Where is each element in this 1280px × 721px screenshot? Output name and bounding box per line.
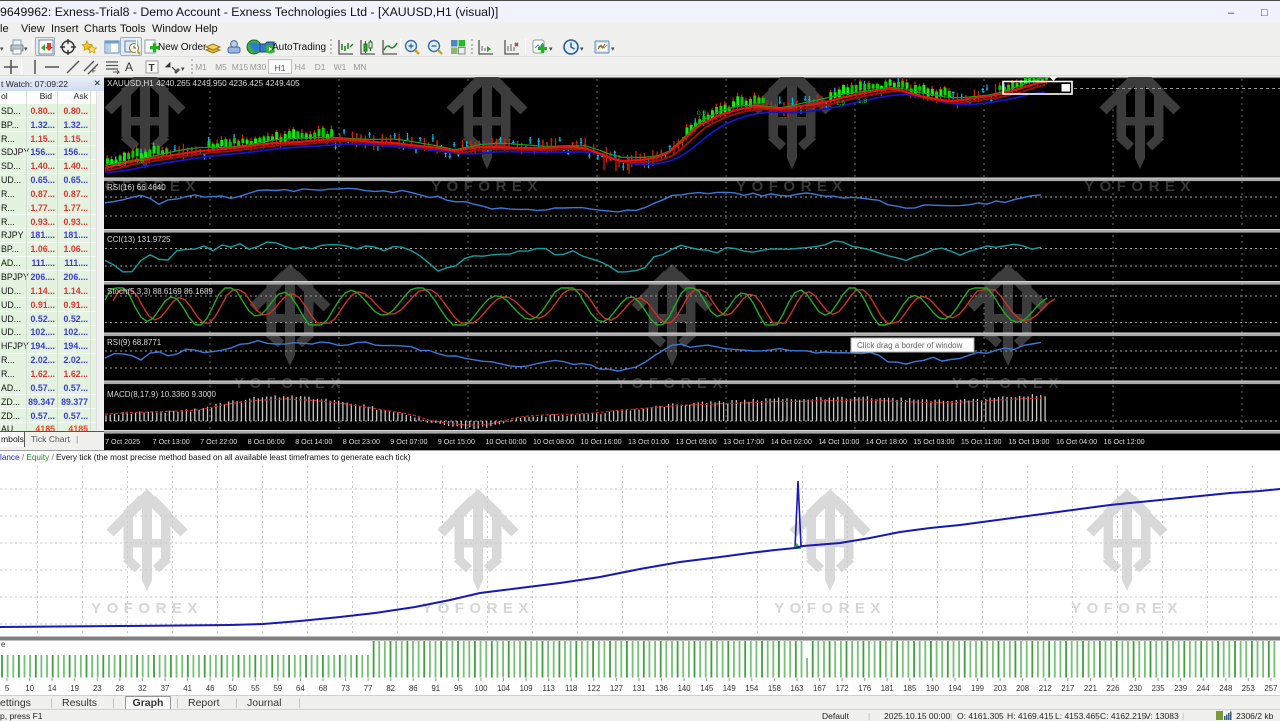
svg-text:77: 77: [364, 684, 373, 693]
svg-text:113: 113: [542, 684, 554, 693]
svg-text:8 Oct 23:00: 8 Oct 23:00: [343, 437, 380, 446]
svg-text:55: 55: [251, 684, 260, 693]
svg-text:14 Oct 18:00: 14 Oct 18:00: [866, 437, 907, 446]
svg-text:MACD(8,17,9) 10.3360 9.3000: MACD(8,17,9) 10.3360 9.3000: [107, 390, 217, 399]
svg-text:127: 127: [610, 684, 623, 693]
svg-text:86: 86: [409, 684, 418, 693]
svg-text:50: 50: [228, 684, 237, 693]
svg-text:91: 91: [431, 684, 440, 693]
svg-text:10 Oct 00:00: 10 Oct 00:00: [485, 437, 526, 446]
svg-text:7 Oct 2025: 7 Oct 2025: [105, 437, 140, 446]
svg-text:0.6: 0.6: [135, 158, 144, 165]
svg-text:14 Oct 02:00: 14 Oct 02:00: [771, 437, 812, 446]
svg-text:T: T: [149, 63, 155, 74]
svg-text:e: e: [1, 640, 6, 649]
svg-text:82: 82: [386, 684, 395, 693]
svg-text:176: 176: [858, 684, 871, 693]
svg-text:23: 23: [93, 684, 102, 693]
svg-text:158: 158: [768, 684, 781, 693]
svg-text:104: 104: [497, 684, 511, 693]
svg-text:257: 257: [1264, 684, 1277, 693]
svg-text:13 Oct 09:00: 13 Oct 09:00: [676, 437, 717, 446]
svg-text:235: 235: [1152, 684, 1166, 693]
svg-text:244: 244: [1197, 684, 1211, 693]
svg-text:163: 163: [790, 684, 803, 693]
svg-text:8 Oct 14:00: 8 Oct 14:00: [295, 437, 332, 446]
svg-text:10 Oct 16:00: 10 Oct 16:00: [581, 437, 622, 446]
svg-text:253: 253: [1242, 684, 1255, 693]
svg-text:15 Oct 19:00: 15 Oct 19:00: [1008, 437, 1049, 446]
svg-text:Stoch(5,3,3) 88.6169 86.1689: Stoch(5,3,3) 88.6169 86.1689: [107, 287, 213, 296]
svg-text:Click drag a border of window: Click drag a border of window: [857, 341, 963, 350]
svg-text:199: 199: [971, 684, 984, 693]
svg-text:154: 154: [745, 684, 759, 693]
svg-text:1.9: 1.9: [836, 100, 845, 107]
svg-text:14: 14: [48, 684, 57, 693]
svg-text:194: 194: [948, 684, 962, 693]
svg-text:0.9: 0.9: [697, 110, 706, 117]
svg-text:118: 118: [565, 684, 577, 693]
svg-text:7 Oct 13:00: 7 Oct 13:00: [153, 437, 190, 446]
svg-text:100: 100: [474, 684, 488, 693]
svg-text:19: 19: [70, 684, 79, 693]
svg-text:XAUUSD,H1 4240.265 4249.950 4: XAUUSD,H1 4240.265 4249.950 4236.425 424…: [107, 79, 300, 88]
svg-text:239: 239: [1174, 684, 1187, 693]
svg-text:95: 95: [454, 684, 463, 693]
svg-text:230: 230: [1129, 684, 1143, 693]
svg-text:131: 131: [632, 684, 645, 693]
svg-text:41: 41: [183, 684, 192, 693]
svg-text:32: 32: [138, 684, 147, 693]
svg-text:109: 109: [520, 684, 533, 693]
svg-text:15 Oct 03:00: 15 Oct 03:00: [913, 437, 954, 446]
svg-text:16 Oct 04:00: 16 Oct 04:00: [1056, 437, 1097, 446]
svg-text:73: 73: [341, 684, 350, 693]
svg-text:14 Oct 10:00: 14 Oct 10:00: [818, 437, 859, 446]
svg-text:YOFOREX: YOFOREX: [1071, 600, 1183, 617]
svg-text:₣: ₣: [92, 68, 96, 75]
svg-text:YOFOREX: YOFOREX: [774, 600, 886, 617]
svg-text:190: 190: [926, 684, 940, 693]
svg-text:226: 226: [1106, 684, 1119, 693]
svg-text:145: 145: [700, 684, 714, 693]
svg-text:15 Oct 11:00: 15 Oct 11:00: [961, 437, 1002, 446]
svg-text:122: 122: [587, 684, 600, 693]
svg-text:221: 221: [1084, 684, 1097, 693]
svg-text:203: 203: [994, 684, 1007, 693]
svg-text:181: 181: [881, 684, 894, 693]
svg-text:59: 59: [273, 684, 282, 693]
svg-text:5: 5: [5, 684, 10, 693]
svg-text:7 Oct 22:00: 7 Oct 22:00: [200, 437, 237, 446]
svg-text:YOFOREX: YOFOREX: [91, 600, 203, 617]
svg-text:13 Oct 01:00: 13 Oct 01:00: [628, 437, 669, 446]
svg-text:217: 217: [1061, 684, 1074, 693]
svg-text:RSI(9) 68.8771: RSI(9) 68.8771: [107, 338, 162, 347]
svg-text:68: 68: [319, 684, 328, 693]
svg-text:149: 149: [723, 684, 736, 693]
svg-text:RSI(16) 66.4640: RSI(16) 66.4640: [107, 183, 166, 192]
svg-text:16 Oct 12:00: 16 Oct 12:00: [1104, 437, 1145, 446]
svg-text:140: 140: [678, 684, 692, 693]
svg-text:10: 10: [25, 684, 34, 693]
svg-text:9 Oct 15:00: 9 Oct 15:00: [438, 437, 475, 446]
svg-text:CCI(13) 131.9725: CCI(13) 131.9725: [107, 235, 171, 244]
svg-text:10 Oct 08:00: 10 Oct 08:00: [533, 437, 574, 446]
svg-text:13 Oct 17:00: 13 Oct 17:00: [723, 437, 764, 446]
svg-text:248: 248: [1219, 684, 1232, 693]
svg-text:1.7: 1.7: [1020, 79, 1029, 86]
svg-text:28: 28: [115, 684, 124, 693]
svg-text:136: 136: [655, 684, 668, 693]
svg-text:172: 172: [836, 684, 849, 693]
svg-text:185: 185: [903, 684, 917, 693]
svg-text:208: 208: [1016, 684, 1029, 693]
svg-text:1.8: 1.8: [858, 98, 867, 105]
svg-text:46: 46: [206, 684, 215, 693]
svg-text:3.2,3: 3.2,3: [112, 161, 127, 168]
svg-text:212: 212: [1039, 684, 1052, 693]
svg-text:37: 37: [161, 684, 170, 693]
svg-text:8 Oct 06:00: 8 Oct 06:00: [248, 437, 285, 446]
svg-text:64: 64: [296, 684, 305, 693]
svg-text:9 Oct 07:00: 9 Oct 07:00: [390, 437, 427, 446]
svg-text:167: 167: [813, 684, 826, 693]
